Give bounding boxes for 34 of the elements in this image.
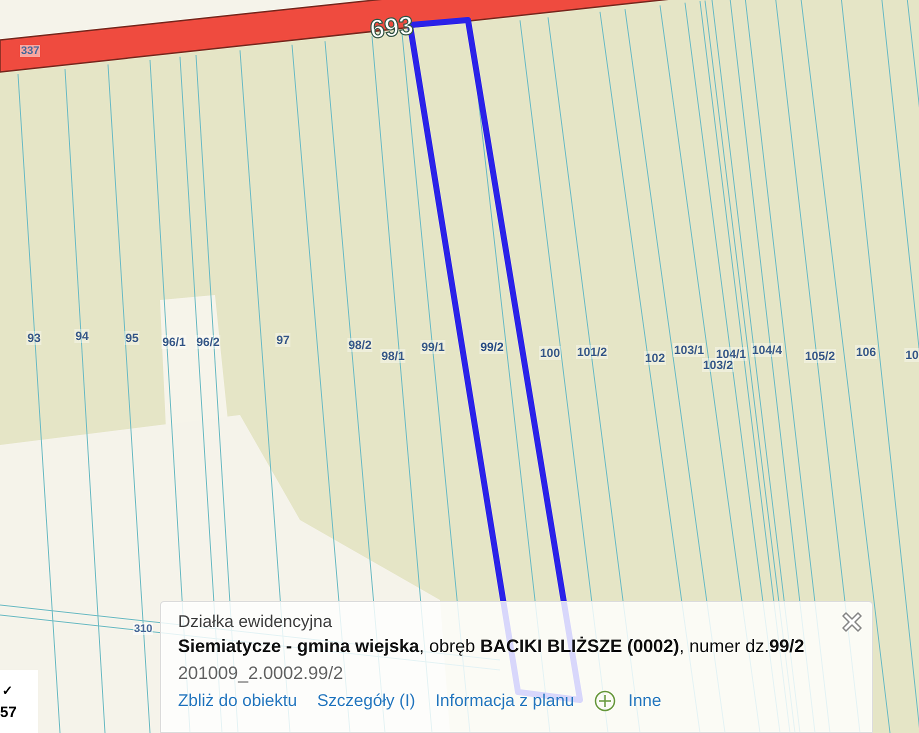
parcel-number: 95 [124, 331, 140, 345]
parcel-description: Siemiatycze - gmina wiejska, obręb BACIKI BLIŻSZE (0002), numer dz.99/2 [178, 636, 806, 657]
parcel-number: 105/2 [804, 349, 836, 363]
parcel-identifier: 201009_2.0002.99/2 [178, 663, 344, 684]
parcel-number: 96/1 [161, 335, 187, 349]
check-mark: ✓ [2, 682, 14, 698]
parcel-number: 100 [538, 346, 562, 360]
road-number: 693 [368, 10, 415, 46]
popup-link[interactable]: Szczegóły (I) [317, 691, 416, 711]
parcel-number: 94 [74, 329, 90, 343]
parcel-number: 104/4 [750, 343, 784, 357]
popup-link[interactable]: Zbliż do obiektu [178, 691, 298, 711]
plot-number: 310 [133, 623, 154, 635]
corner-value: 57 [0, 704, 18, 720]
parcel-number: 99/2 [479, 340, 505, 354]
parcel-number: 103/1 [672, 343, 706, 357]
parcel-number: 104/1 [714, 347, 748, 361]
parcel-number: 97 [275, 333, 291, 347]
more-link[interactable]: Inne [628, 691, 662, 711]
parcel-number: 10 [904, 348, 919, 362]
parcel-number: 93 [26, 331, 42, 345]
parcel-number: 101/2 [576, 345, 608, 359]
parcel-number: 96/2 [195, 335, 221, 349]
parcel-number: 98/2 [347, 338, 373, 352]
close-icon[interactable] [841, 611, 863, 633]
plot-number: 337 [20, 45, 40, 57]
parcel-number: 102 [644, 351, 666, 365]
popup-link[interactable]: Informacja z planu [435, 691, 574, 711]
parcel-number: 99/1 [420, 340, 446, 354]
parcel-number: 98/1 [380, 349, 406, 363]
plus-circle-icon[interactable] [594, 690, 616, 712]
popup-title: Działka ewidencyjna [178, 612, 332, 632]
parcel-number: 103/2 [702, 358, 734, 372]
parcel-number: 106 [854, 345, 878, 359]
